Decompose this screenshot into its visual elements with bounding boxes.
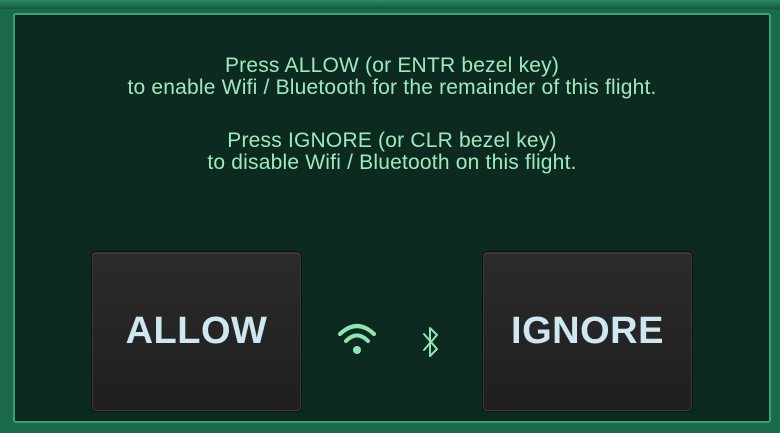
ignore-instructions: Press IGNORE (or CLR bezel key) to disab… (15, 130, 769, 174)
ignore-button-label: IGNORE (511, 310, 664, 352)
allow-button[interactable]: ALLOW (92, 252, 301, 411)
wifi-icon (338, 324, 376, 354)
allow-instructions: Press ALLOW (or ENTR bezel key) to enabl… (15, 55, 769, 99)
allow-button-label: ALLOW (125, 310, 268, 352)
ignore-instructions-line2: to disable Wifi / Bluetooth on this flig… (207, 151, 577, 174)
screen-frame: Press ALLOW (or ENTR bezel key) to enabl… (0, 0, 780, 433)
ignore-instructions-line1: Press IGNORE (or CLR bezel key) (227, 129, 557, 152)
wifi-bluetooth-dialog: Press ALLOW (or ENTR bezel key) to enabl… (13, 13, 771, 423)
bluetooth-icon (423, 327, 438, 357)
allow-instructions-line1: Press ALLOW (or ENTR bezel key) (224, 54, 560, 77)
ignore-button[interactable]: IGNORE (483, 252, 692, 411)
allow-instructions-line2: to enable Wifi / Bluetooth for the remai… (127, 76, 657, 99)
